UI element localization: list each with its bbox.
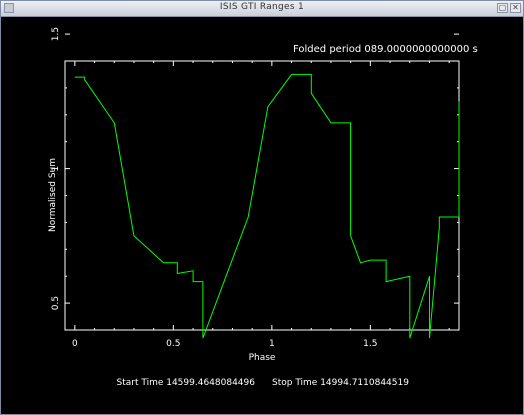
- y-axis-label: Normalised Sum: [48, 158, 58, 232]
- x-axis-label: Phase: [249, 353, 276, 363]
- x-tick-label: 0.5: [166, 339, 180, 349]
- stop-time-label: Stop Time 14994.7110844519: [272, 378, 409, 388]
- y-tick-label: 0.5: [51, 296, 61, 310]
- chart-title: Folded period 089.0000000000000 s: [293, 44, 478, 55]
- data-series-line: [74, 73, 460, 339]
- tick-labels: 0 0.5 1 1.50.511.5: [51, 27, 378, 349]
- x-tick-label: 1.5: [363, 339, 377, 349]
- close-button[interactable]: ✕: [510, 3, 521, 13]
- window-title: ISIS GTI Ranges 1: [219, 2, 305, 12]
- plot-area: 0 0.5 1 1.50.511.5 Folded period 089.000000…: [48, 27, 478, 388]
- series-group: [74, 73, 460, 339]
- x-tick-label: 0: [72, 339, 78, 349]
- maximize-button[interactable]: ▢: [497, 3, 508, 13]
- title-bar: ISIS GTI Ranges 1 ▢ ✕: [1, 1, 523, 17]
- y-tick-label: 1.5: [51, 27, 61, 41]
- plot-window: ISIS GTI Ranges 1 ▢ ✕ 0 0.5 1 1.5 0.5 1 1.5 Fo…: [0, 0, 524, 415]
- start-time-label: Start Time 14599.4648084496: [117, 378, 256, 388]
- axes-box: [64, 60, 460, 331]
- x-tick-label: 1: [269, 339, 275, 349]
